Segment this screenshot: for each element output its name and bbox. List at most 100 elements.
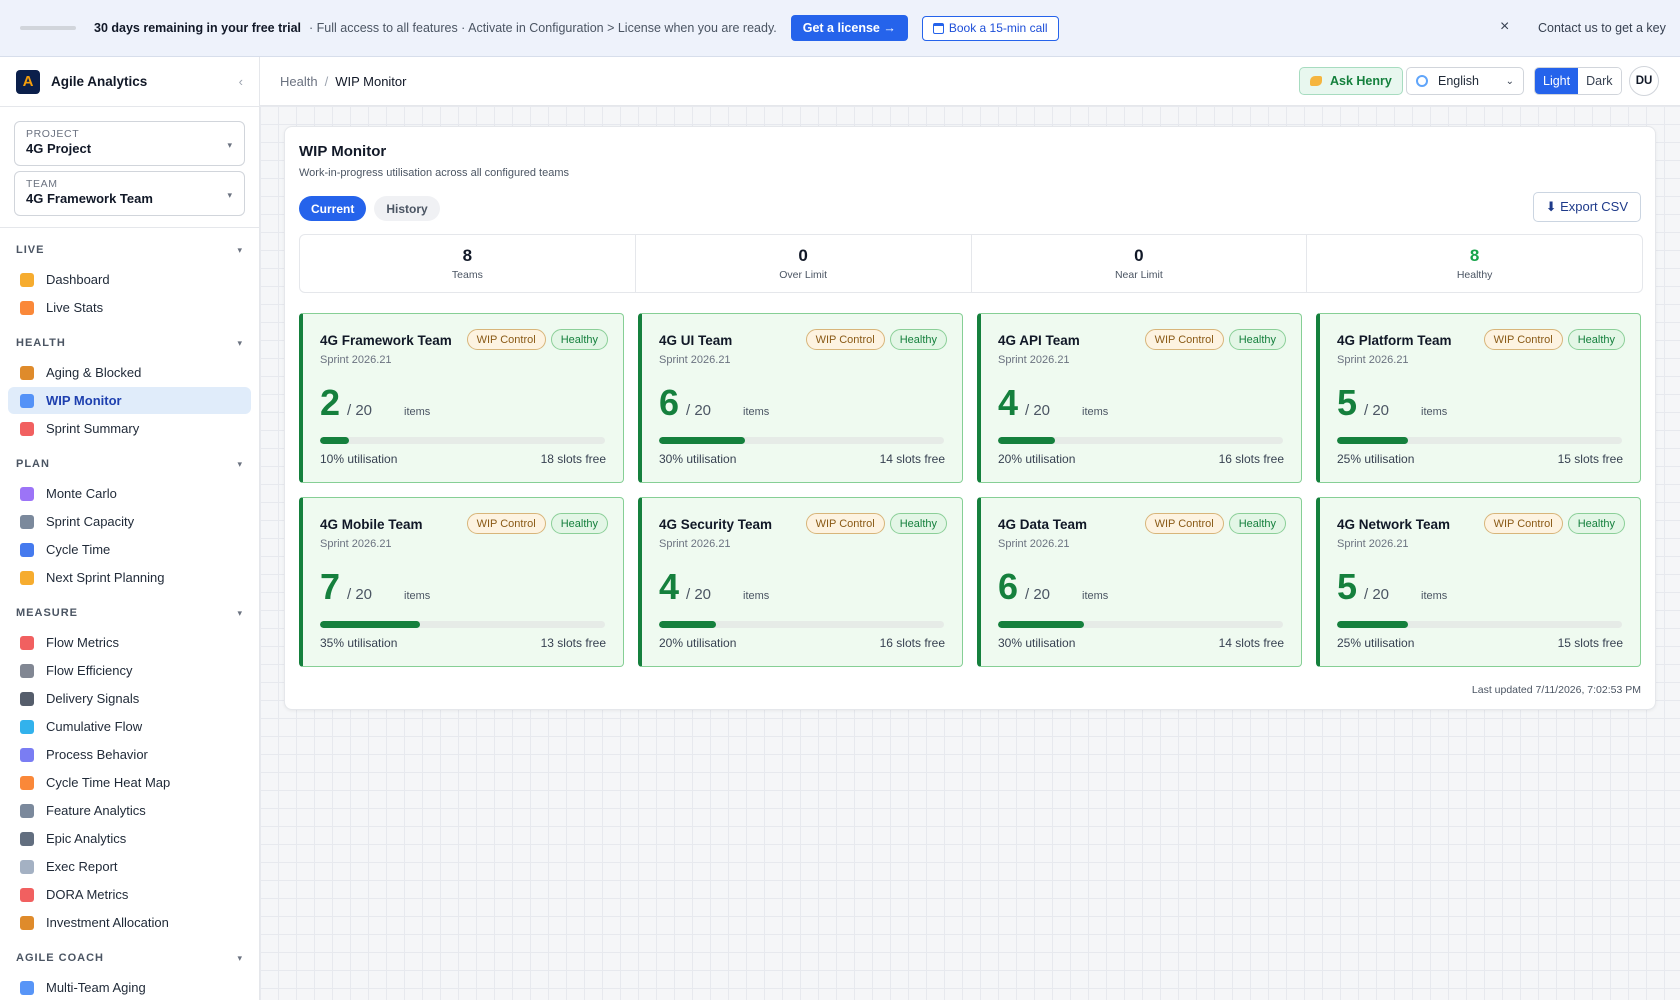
wip-limit: / 20: [686, 402, 712, 419]
line-chart-icon: [20, 393, 34, 408]
sidebar-item-cumulative-flow[interactable]: Cumulative Flow: [8, 713, 251, 740]
wip-limit: / 20: [1364, 402, 1390, 419]
language-select[interactable]: English ⌄: [1406, 67, 1524, 95]
summary-label: Near Limit: [1114, 269, 1163, 281]
nav-section: HEALTH ▾ Aging & Blocked WIP Monitor Sprint …: [0, 334, 259, 442]
calendar-icon: [20, 514, 34, 529]
rocket-icon: [20, 887, 34, 902]
summary-value: 8: [462, 246, 473, 265]
nav-section-header[interactable]: MEASURE ▾: [0, 604, 259, 622]
export-csv-button[interactable]: ⬇ Export CSV: [1532, 192, 1641, 222]
sidebar-item-flow-efficiency[interactable]: Flow Efficiency: [8, 657, 251, 684]
utilisation-fill: [1337, 437, 1409, 444]
sidebar-item-sprint-capacity[interactable]: Sprint Capacity: [8, 508, 251, 535]
theme-light-button[interactable]: Light: [1535, 68, 1579, 94]
nav-section-header[interactable]: AGILE COACH ▾: [0, 949, 259, 967]
tab-current[interactable]: Current: [299, 196, 367, 221]
sidebar-item-aging-blocked[interactable]: Aging & Blocked: [8, 359, 251, 386]
sidebar-item-dashboard[interactable]: Dashboard: [8, 266, 251, 293]
sidebar-item-wip-monitor[interactable]: WIP Monitor: [8, 387, 251, 414]
summary-label: Healthy: [1456, 269, 1493, 281]
dice-icon: [20, 486, 34, 501]
nav-section-header[interactable]: PLAN ▾: [0, 455, 259, 473]
nav-section-title: HEALTH: [16, 337, 66, 349]
breadcrumb: Health / WIP Monitor: [280, 74, 406, 89]
team-card[interactable]: 4G API Team Sprint 2026.21 WIP Control H…: [977, 313, 1302, 483]
team-card[interactable]: 4G Security Team Sprint 2026.21 WIP Cont…: [638, 497, 963, 667]
sidebar-item-delivery-signals[interactable]: Delivery Signals: [8, 685, 251, 712]
wave-icon: [20, 719, 34, 734]
status-badge: Healthy: [550, 329, 608, 350]
sidebar-item-cycle-time-heat-map[interactable]: Cycle Time Heat Map: [8, 769, 251, 796]
traffic-light-icon: [20, 691, 34, 706]
team-card[interactable]: 4G Framework Team Sprint 2026.21 WIP Con…: [299, 313, 624, 483]
sidebar-item-exec-report[interactable]: Exec Report: [8, 853, 251, 880]
sidebar-item-multi-team-aging[interactable]: Multi-Team Aging: [8, 974, 251, 1000]
trend-down-icon: [20, 635, 34, 650]
summary-label: Teams: [451, 269, 483, 281]
project-selector-value: 4G Project: [26, 141, 92, 156]
sidebar-item-dora-metrics[interactable]: DORA Metrics: [8, 881, 251, 908]
sidebar-item-label: WIP Monitor: [46, 393, 122, 408]
summary-label: Over Limit: [779, 269, 828, 281]
team-card[interactable]: 4G Data Team Sprint 2026.21 WIP Control …: [977, 497, 1302, 667]
sidebar-item-cycle-time[interactable]: Cycle Time: [8, 536, 251, 563]
calendar-icon: [932, 22, 944, 34]
ask-henry-button[interactable]: Ask Henry: [1299, 67, 1403, 95]
sidebar-item-sprint-summary[interactable]: Sprint Summary: [8, 415, 251, 442]
team-badges: WIP Control Healthy: [805, 329, 947, 350]
team-selector-value: 4G Framework Team: [26, 191, 153, 206]
wip-limit: / 20: [1025, 402, 1051, 419]
wip-items-label: items: [743, 590, 770, 602]
team-name: 4G Data Team: [998, 517, 1088, 532]
tab-history[interactable]: History: [374, 196, 440, 221]
utilisation-label: 30% utilisation: [659, 452, 737, 466]
sidebar-item-label: Multi-Team Aging: [46, 980, 146, 995]
avatar[interactable]: DU: [1629, 66, 1659, 96]
sidebar-item-process-behavior[interactable]: Process Behavior: [8, 741, 251, 768]
sidebar-item-feature-analytics[interactable]: Feature Analytics: [8, 797, 251, 824]
sidebar-item-live-stats[interactable]: Live Stats: [8, 294, 251, 321]
team-badges: WIP Control Healthy: [466, 513, 608, 534]
contact-link[interactable]: Contact us to get a key: [1538, 21, 1666, 35]
wip-control-badge: WIP Control: [805, 329, 885, 350]
team-name: 4G API Team: [998, 333, 1080, 348]
sidebar-item-label: Exec Report: [46, 859, 118, 874]
sidebar-item-monte-carlo[interactable]: Monte Carlo: [8, 480, 251, 507]
team-card[interactable]: 4G Network Team Sprint 2026.21 WIP Contr…: [1316, 497, 1641, 667]
wip-items-label: items: [743, 406, 770, 418]
team-sprint: Sprint 2026.21: [320, 538, 392, 550]
team-card[interactable]: 4G Mobile Team Sprint 2026.21 WIP Contro…: [299, 497, 624, 667]
collapse-sidebar-icon[interactable]: ‹: [239, 74, 243, 89]
sidebar-item-label: DORA Metrics: [46, 887, 129, 902]
sidebar-item-label: Sprint Capacity: [46, 514, 135, 529]
team-selector[interactable]: TEAM 4G Framework Team ▾: [14, 171, 245, 216]
sidebar-item-flow-metrics[interactable]: Flow Metrics: [8, 629, 251, 656]
sidebar-item-epic-analytics[interactable]: Epic Analytics: [8, 825, 251, 852]
summary-near-limit: 0 Near Limit: [972, 235, 1308, 292]
status-badge: Healthy: [889, 513, 947, 534]
utilisation-label: 25% utilisation: [1337, 452, 1415, 466]
nav-section-header[interactable]: LIVE ▾: [0, 241, 259, 259]
book-call-button[interactable]: Book a 15-min call: [921, 15, 1059, 41]
project-selector[interactable]: PROJECT 4G Project ▾: [14, 121, 245, 166]
mountain-icon: [20, 831, 34, 846]
bar-chart-icon: [20, 272, 34, 287]
team-card[interactable]: 4G UI Team Sprint 2026.21 WIP Control He…: [638, 313, 963, 483]
theme-dark-button[interactable]: Dark: [1578, 68, 1621, 94]
sidebar-item-label: Dashboard: [46, 272, 110, 287]
nav-section: PLAN ▾ Monte Carlo Sprint Capacity Cycle Tim…: [0, 455, 259, 591]
breadcrumb-parent[interactable]: Health: [280, 74, 318, 89]
slots-free: 14 slots free: [1218, 636, 1284, 650]
team-sprint: Sprint 2026.21: [659, 538, 731, 550]
sidebar-item-investment-allocation[interactable]: Investment Allocation: [8, 909, 251, 936]
get-license-button[interactable]: Get a license →: [790, 15, 908, 41]
sidebar-item-next-sprint-planning[interactable]: Next Sprint Planning: [8, 564, 251, 591]
sidebar-item-label: Epic Analytics: [46, 831, 127, 846]
team-card[interactable]: 4G Platform Team Sprint 2026.21 WIP Cont…: [1316, 313, 1641, 483]
wip-items-label: items: [1082, 406, 1109, 418]
close-icon[interactable]: ×: [1500, 18, 1509, 36]
wip-control-badge: WIP Control: [805, 513, 885, 534]
nav-section-header[interactable]: HEALTH ▾: [0, 334, 259, 352]
slots-free: 15 slots free: [1557, 452, 1623, 466]
